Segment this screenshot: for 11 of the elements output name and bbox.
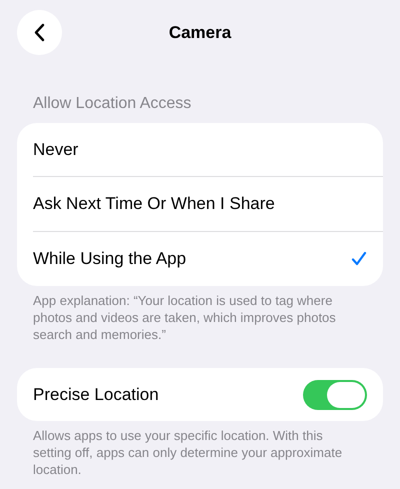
back-button[interactable] bbox=[17, 10, 62, 55]
chevron-left-icon bbox=[34, 23, 45, 42]
location-option[interactable]: Ask Next Time Or When I Share bbox=[33, 194, 367, 214]
location-option[interactable]: While Using the App bbox=[33, 249, 351, 269]
footer-note: Allows apps to use your specific location. With this setting off, apps can only determine your approximate location. bbox=[33, 427, 344, 478]
setting-label: Precise Location bbox=[33, 384, 160, 404]
page-title: Camera bbox=[168, 22, 232, 42]
footer-note: App explanation: “Your location is used to tag where photos and videos are taken, which improves photos search and memories.” bbox=[33, 292, 337, 343]
toggle-switch[interactable] bbox=[303, 380, 367, 410]
section-header: Allow Location Access bbox=[33, 95, 192, 114]
location-option[interactable]: Never bbox=[33, 140, 367, 160]
